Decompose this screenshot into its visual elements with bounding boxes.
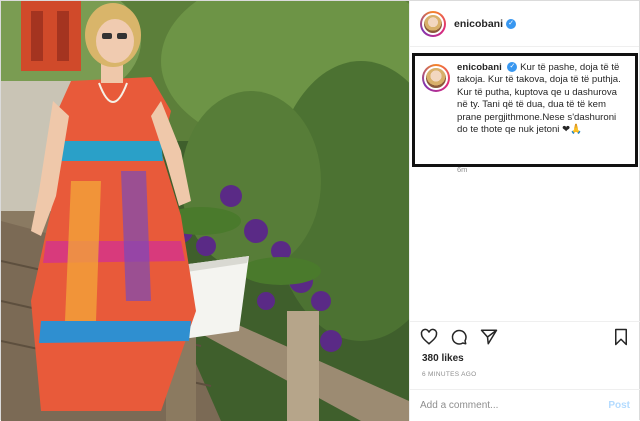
share-icon[interactable] (480, 328, 498, 346)
caption-verified-badge-icon: ✓ (507, 62, 518, 73)
verified-badge-icon: ✓ (506, 18, 517, 29)
caption-age: 6m (457, 165, 468, 174)
instagram-post: enicobani ✓ enicobani ✓ Kur të pashe, do… (0, 0, 640, 421)
action-bar (410, 321, 640, 351)
post-photo[interactable] (1, 1, 409, 421)
post-timestamp[interactable]: 6 MINUTES AGO (422, 371, 476, 378)
comments-area[interactable]: 6m (410, 165, 640, 317)
likes-count[interactable]: 380 likes (422, 353, 464, 364)
caption: enicobani ✓ Kur të pashe, doja të të tak… (457, 62, 628, 136)
comment-icon[interactable] (450, 328, 468, 346)
post-comment-button[interactable]: Post (608, 400, 630, 411)
caption-row: enicobani ✓ Kur të pashe, doja të të tak… (422, 62, 628, 136)
heart-icon[interactable] (420, 328, 438, 346)
photo-illustration (1, 1, 409, 421)
post-header: enicobani ✓ (410, 1, 639, 47)
post-sidebar: enicobani ✓ enicobani ✓ Kur të pashe, do… (409, 1, 640, 421)
caption-username[interactable]: enicobani (457, 62, 502, 73)
author-avatar[interactable] (420, 10, 446, 37)
comment-bar: Post (410, 389, 640, 421)
author-username[interactable]: enicobani (454, 18, 503, 30)
comment-input[interactable] (420, 400, 609, 411)
bookmark-icon[interactable] (612, 328, 630, 346)
caption-highlight-box: enicobani ✓ Kur të pashe, doja të të tak… (412, 53, 638, 167)
caption-avatar[interactable] (422, 64, 450, 92)
